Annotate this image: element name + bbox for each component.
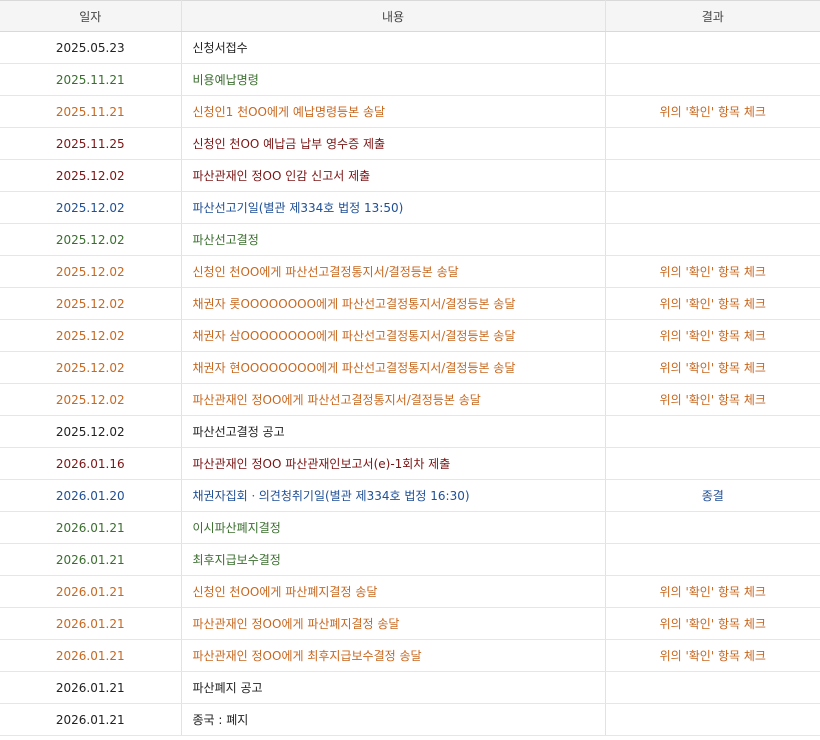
table-row: 2026.01.20 채권자집회ㆍ의견청취기일(별관 제334호 법정 16:30… (0, 479, 820, 512)
table-row: 2026.01.21 종국 : 폐지 (0, 703, 820, 736)
date-cell: 2026.01.21 (0, 607, 181, 640)
table-row: 2026.01.16 파산관재인 정OO 파산관재인보고서(e)-1회차 제출 (0, 447, 820, 480)
table-row: 2025.12.02 신청인 천OO에게 파산선고결정통지서/결정등본 송달 위의 … (0, 255, 820, 288)
content-cell: 채권자 현OOOOOOOO에게 파산선고결정통지서/결정등본 송달 (180, 351, 605, 384)
date-cell: 2025.12.02 (0, 255, 181, 288)
result-cell (604, 415, 820, 448)
date-cell: 2026.01.21 (0, 639, 181, 672)
content-cell: 신청인 천OO에게 파산폐지결정 송달 (180, 575, 605, 608)
table-row: 2026.01.21 이시파산폐지결정 (0, 511, 820, 544)
date-cell: 2025.12.02 (0, 319, 181, 352)
content-cell: 파산관재인 정OO에게 파산폐지결정 송달 (180, 607, 605, 640)
date-cell: 2025.11.25 (0, 127, 181, 160)
content-cell: 최후지급보수결정 (180, 543, 605, 576)
content-cell: 신청서접수 (180, 31, 605, 64)
date-cell: 2026.01.21 (0, 703, 181, 736)
date-cell: 2025.12.02 (0, 415, 181, 448)
date-cell: 2026.01.21 (0, 511, 181, 544)
date-cell: 2026.01.21 (0, 671, 181, 704)
content-cell: 이시파산폐지결정 (180, 511, 605, 544)
table-row: 2026.01.21 신청인 천OO에게 파산폐지결정 송달 위의 '확인' 항목 … (0, 575, 820, 608)
table-row: 2025.12.02 파산관재인 정OO 인감 신고서 제출 (0, 159, 820, 192)
header-row: 일자 내용 결과 (0, 0, 820, 32)
content-cell: 채권자 삼OOOOOOOO에게 파산선고결정통지서/결정등본 송달 (180, 319, 605, 352)
column-header-date: 일자 (0, 0, 181, 32)
result-cell: 위의 '확인' 항목 체크 (604, 575, 820, 608)
table-row: 2025.12.02 파산선고결정 공고 (0, 415, 820, 448)
table-row: 2026.01.21 파산관재인 정OO에게 파산폐지결정 송달 위의 '확인' 항… (0, 607, 820, 640)
table-row: 2025.12.02 채권자 삼OOOOOOOO에게 파산선고결정통지서/결정등본… (0, 319, 820, 352)
column-header-content: 내용 (180, 0, 605, 32)
date-cell: 2025.12.02 (0, 383, 181, 416)
table-row: 2025.12.02 채권자 현OOOOOOOO에게 파산선고결정통지서/결정등본… (0, 351, 820, 384)
date-cell: 2025.12.02 (0, 223, 181, 256)
result-cell: 위의 '확인' 항목 체크 (604, 383, 820, 416)
result-cell (604, 703, 820, 736)
content-cell: 종국 : 폐지 (180, 703, 605, 736)
content-cell: 채권자집회ㆍ의견청취기일(별관 제334호 법정 16:30) (180, 479, 605, 512)
content-cell: 파산관재인 정OO 인감 신고서 제출 (180, 159, 605, 192)
table-body: 2025.05.23 신청서접수 2025.11.21 비용예납명령 2025.11.2… (0, 31, 820, 736)
table-row: 2025.12.02 채권자 롯OOOOOOOO에게 파산선고결정통지서/결정등본… (0, 287, 820, 320)
content-cell: 비용예납명령 (180, 63, 605, 96)
date-cell: 2026.01.21 (0, 543, 181, 576)
date-cell: 2026.01.16 (0, 447, 181, 480)
content-cell: 파산선고결정 공고 (180, 415, 605, 448)
result-cell (604, 63, 820, 96)
date-cell: 2025.12.02 (0, 159, 181, 192)
date-cell: 2026.01.21 (0, 575, 181, 608)
result-cell (604, 127, 820, 160)
content-cell: 신청인 천OO 예납금 납부 영수증 제출 (180, 127, 605, 160)
table-row: 2025.12.02 파산선고기일(별관 제334호 법정 13:50) (0, 191, 820, 224)
content-cell: 신청인 천OO에게 파산선고결정통지서/결정등본 송달 (180, 255, 605, 288)
content-cell: 파산선고결정 (180, 223, 605, 256)
table-row: 2025.11.21 비용예납명령 (0, 63, 820, 96)
case-progress-table: 일자 내용 결과 2025.05.23 신청서접수 2025.11.21 비용예납명령… (0, 0, 820, 736)
table-row: 2025.11.21 신청인1 천OO에게 예납명령등본 송달 위의 '확인' 항목… (0, 95, 820, 128)
date-cell: 2025.05.23 (0, 31, 181, 64)
date-cell: 2025.12.02 (0, 191, 181, 224)
result-cell (604, 223, 820, 256)
result-cell: 위의 '확인' 항목 체크 (604, 95, 820, 128)
result-cell (604, 31, 820, 64)
result-cell (604, 671, 820, 704)
result-cell (604, 159, 820, 192)
result-cell: 위의 '확인' 항목 체크 (604, 607, 820, 640)
result-cell (604, 543, 820, 576)
content-cell: 파산관재인 정OO 파산관재인보고서(e)-1회차 제출 (180, 447, 605, 480)
result-cell: 위의 '확인' 항목 체크 (604, 351, 820, 384)
result-cell (604, 447, 820, 480)
content-cell: 신청인1 천OO에게 예납명령등본 송달 (180, 95, 605, 128)
result-cell: 종결 (604, 479, 820, 512)
table-row: 2025.05.23 신청서접수 (0, 31, 820, 64)
result-cell: 위의 '확인' 항목 체크 (604, 319, 820, 352)
content-cell: 파산관재인 정OO에게 최후지급보수결정 송달 (180, 639, 605, 672)
table-row: 2026.01.21 최후지급보수결정 (0, 543, 820, 576)
result-cell (604, 191, 820, 224)
content-cell: 파산폐지 공고 (180, 671, 605, 704)
result-cell (604, 511, 820, 544)
content-cell: 파산선고기일(별관 제334호 법정 13:50) (180, 191, 605, 224)
result-cell: 위의 '확인' 항목 체크 (604, 639, 820, 672)
content-cell: 채권자 롯OOOOOOOO에게 파산선고결정통지서/결정등본 송달 (180, 287, 605, 320)
table-row: 2025.12.02 파산선고결정 (0, 223, 820, 256)
table-row: 2025.11.25 신청인 천OO 예납금 납부 영수증 제출 (0, 127, 820, 160)
date-cell: 2025.11.21 (0, 63, 181, 96)
date-cell: 2026.01.20 (0, 479, 181, 512)
date-cell: 2025.12.02 (0, 287, 181, 320)
date-cell: 2025.11.21 (0, 95, 181, 128)
table-row: 2026.01.21 파산관재인 정OO에게 최후지급보수결정 송달 위의 '확인'… (0, 639, 820, 672)
table-header: 일자 내용 결과 (0, 0, 820, 32)
result-cell: 위의 '확인' 항목 체크 (604, 255, 820, 288)
content-cell: 파산관재인 정OO에게 파산선고결정통지서/결정등본 송달 (180, 383, 605, 416)
column-header-result: 결과 (604, 0, 820, 32)
result-cell: 위의 '확인' 항목 체크 (604, 287, 820, 320)
table-row: 2025.12.02 파산관재인 정OO에게 파산선고결정통지서/결정등본 송달 위… (0, 383, 820, 416)
date-cell: 2025.12.02 (0, 351, 181, 384)
table-row: 2026.01.21 파산폐지 공고 (0, 671, 820, 704)
